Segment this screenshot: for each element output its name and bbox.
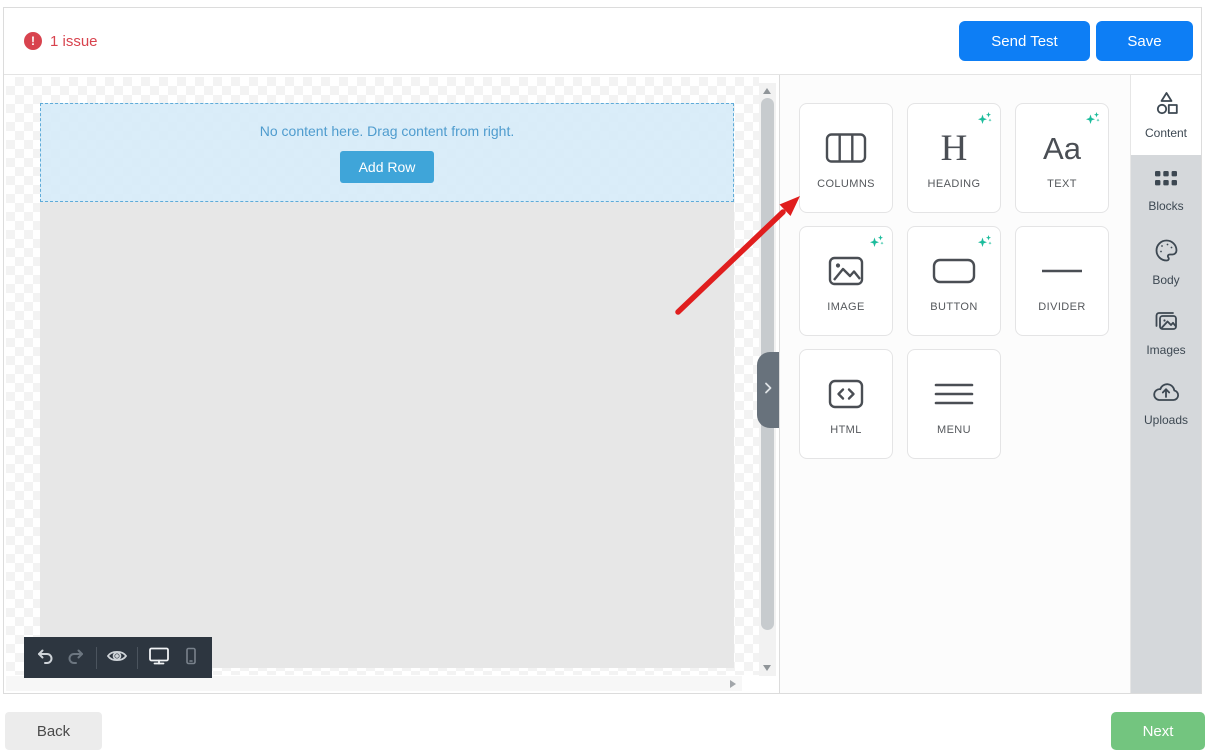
tab-label: Body [1152,273,1179,287]
empty-dropzone-message: No content here. Drag content from right… [260,123,514,139]
block-text[interactable]: Aa TEXT [1015,103,1109,213]
add-row-button[interactable]: Add Row [340,151,435,183]
tab-label: Content [1145,126,1187,140]
ai-sparkle-icon [977,234,993,255]
image-icon [827,249,865,293]
html-icon [826,372,866,416]
save-button[interactable]: Save [1096,21,1193,61]
scroll-right-arrow-icon[interactable] [730,680,736,688]
editor-window: ! 1 issue Send Test Save No content here… [3,7,1202,694]
top-bar: ! 1 issue Send Test Save [4,8,1201,75]
canvas-horizontal-scrollbar[interactable] [6,676,742,691]
columns-icon [825,126,867,170]
panel-tab-rail: Content Blocks Body Images [1130,75,1201,693]
tab-images[interactable]: Images [1131,297,1201,368]
preview-toolbar [24,637,212,678]
tab-body[interactable]: Body [1131,226,1201,297]
block-html[interactable]: HTML [799,349,893,459]
tab-label: Uploads [1144,413,1188,427]
tab-blocks[interactable]: Blocks [1131,155,1201,226]
block-divider[interactable]: DIVIDER [1015,226,1109,336]
issues-indicator[interactable]: ! 1 issue [24,32,98,50]
tab-label: Blocks [1148,199,1183,213]
content-row: No content here. Drag content from right… [4,75,1201,693]
redo-icon [66,646,86,669]
button-icon [932,249,976,293]
block-image[interactable]: IMAGE [799,226,893,336]
panel-collapse-handle[interactable] [757,352,779,428]
blocks-grid: COLUMNS H HEADING Aa TEXT [799,103,1130,459]
tab-content[interactable]: Content [1131,75,1201,155]
redo-button[interactable] [65,646,87,670]
heading-icon: H [941,126,968,170]
scroll-up-arrow-icon[interactable] [763,88,771,94]
mobile-icon [181,646,201,669]
images-stack-icon [1152,308,1180,337]
empty-content-dropzone[interactable]: No content here. Drag content from right… [40,103,734,202]
cloud-upload-icon [1151,380,1181,407]
tab-label: Images [1146,343,1185,357]
block-heading[interactable]: H HEADING [907,103,1001,213]
preview-button[interactable] [106,646,128,670]
block-label: HTML [830,424,862,436]
block-columns[interactable]: COLUMNS [799,103,893,213]
desktop-icon [147,644,171,671]
tab-uploads[interactable]: Uploads [1131,368,1201,439]
ai-sparkle-icon [869,234,885,255]
block-label: DIVIDER [1038,301,1085,313]
block-label: BUTTON [930,301,977,313]
chevron-right-icon [763,381,773,400]
back-button[interactable]: Back [5,712,102,750]
blocks-grid-icon [1153,168,1179,193]
block-menu[interactable]: MENU [907,349,1001,459]
text-icon: Aa [1043,126,1081,170]
ai-sparkle-icon [1085,111,1101,132]
eye-icon [106,645,128,670]
undo-button[interactable] [34,646,56,670]
divider-icon [1041,249,1083,293]
toolbar-separator [137,647,138,669]
issues-label: 1 issue [50,33,98,50]
undo-icon [35,646,55,669]
alert-icon: ! [24,32,42,50]
send-test-button[interactable]: Send Test [959,21,1090,61]
block-label: TEXT [1047,178,1077,190]
toolbar-separator [96,647,97,669]
email-body-area[interactable] [40,202,734,668]
palette-icon [1153,237,1180,267]
menu-icon [934,372,974,416]
content-blocks-panel: COLUMNS H HEADING Aa TEXT [780,75,1130,693]
mobile-view-button[interactable] [180,646,202,670]
block-label: HEADING [928,178,981,190]
desktop-view-button[interactable] [147,646,171,670]
block-button[interactable]: BUTTON [907,226,1001,336]
block-label: MENU [937,424,971,436]
wizard-footer: Back Next [0,695,1215,754]
next-button[interactable]: Next [1111,712,1205,750]
scroll-down-arrow-icon[interactable] [763,665,771,671]
email-canvas: No content here. Drag content from right… [4,75,780,693]
ai-sparkle-icon [977,111,993,132]
content-shapes-icon [1153,90,1180,120]
block-label: COLUMNS [817,178,875,190]
block-label: IMAGE [827,301,864,313]
